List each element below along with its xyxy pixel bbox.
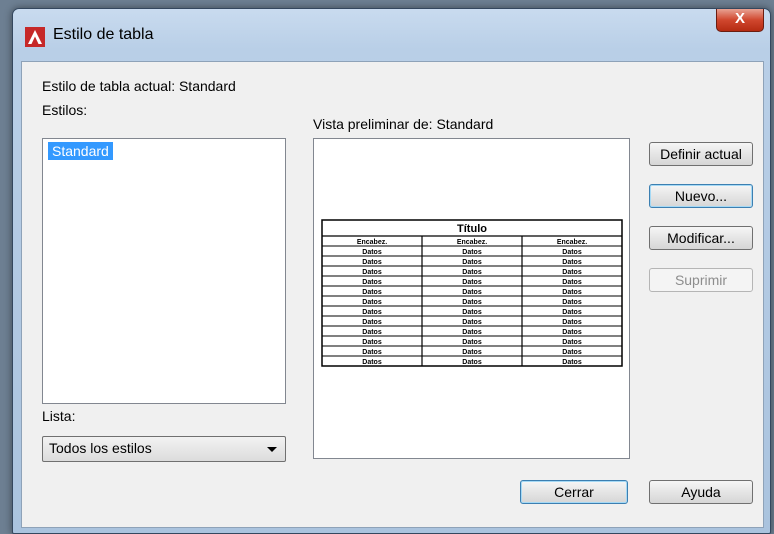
preview-table-cell: Datos (562, 319, 582, 326)
preview-table-cell: Datos (462, 359, 482, 366)
preview-table-cell: Datos (562, 249, 582, 256)
preview-table-cell: Datos (562, 349, 582, 356)
styles-label: Estilos: (42, 102, 88, 118)
preview-table-cell: Datos (462, 289, 482, 296)
preview-table-cell: Datos (462, 339, 482, 346)
current-style-label: Estilo de tabla actual: Standard (42, 78, 236, 94)
preview-table: Título Encabez. Encabez. Encabez. Datos Datos… (321, 219, 623, 367)
preview-table-cell: Datos (362, 299, 382, 306)
preview-table-cell: Datos (562, 339, 582, 346)
list-filter-label: Lista: (42, 408, 76, 424)
preview-table-cell: Datos (362, 319, 382, 326)
preview-table-cell: Datos (462, 319, 482, 326)
preview-table-header: Encabez. (357, 239, 387, 246)
title-bar[interactable]: Estilo de tabla X (13, 9, 770, 61)
list-item-standard[interactable]: Standard (48, 142, 113, 160)
preview-table-cell: Datos (462, 279, 482, 286)
styles-list[interactable]: Standard (42, 138, 286, 404)
close-button[interactable]: Cerrar (520, 480, 628, 504)
list-filter-value: Todos los estilos (49, 440, 152, 456)
close-window-button[interactable]: X (716, 9, 764, 32)
preview-table-cell: Datos (462, 259, 482, 266)
preview-label: Vista preliminar de: Standard (313, 116, 494, 132)
preview-table-cell: Datos (462, 349, 482, 356)
preview-table-cell: Datos (462, 329, 482, 336)
preview-table-cell: Datos (462, 269, 482, 276)
autocad-app-icon (25, 27, 45, 47)
dialog-window: Estilo de tabla X Estilo de tabla actual… (12, 8, 771, 534)
preview-table-cell: Datos (462, 299, 482, 306)
preview-table-cell: Datos (562, 269, 582, 276)
dialog-client-area: Estilo de tabla actual: Standard Estilos… (21, 61, 764, 528)
new-button[interactable]: Nuevo... (649, 184, 753, 208)
preview-table-cell: Datos (562, 259, 582, 266)
preview-table-cell: Datos (362, 309, 382, 316)
delete-button[interactable]: Suprimir (649, 268, 753, 292)
preview-table-cell: Datos (562, 329, 582, 336)
preview-table-cell: Datos (362, 329, 382, 336)
preview-table-cell: Datos (562, 279, 582, 286)
window-title: Estilo de tabla (53, 26, 154, 43)
preview-table-cell: Datos (362, 339, 382, 346)
preview-table-cell: Datos (562, 299, 582, 306)
preview-table-cell: Datos (562, 309, 582, 316)
preview-table-cell: Datos (562, 359, 582, 366)
preview-table-title: Título (457, 223, 487, 235)
preview-table-cell: Datos (362, 359, 382, 366)
preview-table-cell: Datos (362, 349, 382, 356)
list-filter-dropdown[interactable]: Todos los estilos (42, 436, 286, 462)
preview-table-cell: Datos (362, 249, 382, 256)
preview-table-cell: Datos (362, 279, 382, 286)
chevron-down-icon[interactable] (267, 447, 277, 452)
preview-table-cell: Datos (362, 259, 382, 266)
set-current-button[interactable]: Definir actual (649, 142, 753, 166)
preview-table-cell: Datos (462, 309, 482, 316)
table-preview-pane: Título Encabez. Encabez. Encabez. Datos Datos… (313, 138, 630, 459)
preview-table-header: Encabez. (457, 239, 487, 246)
preview-table-cell: Datos (362, 289, 382, 296)
preview-table-cell: Datos (362, 269, 382, 276)
modify-button[interactable]: Modificar... (649, 226, 753, 250)
help-button[interactable]: Ayuda (649, 480, 753, 504)
preview-table-header: Encabez. (557, 239, 587, 246)
preview-table-cell: Datos (462, 249, 482, 256)
preview-table-cell: Datos (562, 289, 582, 296)
